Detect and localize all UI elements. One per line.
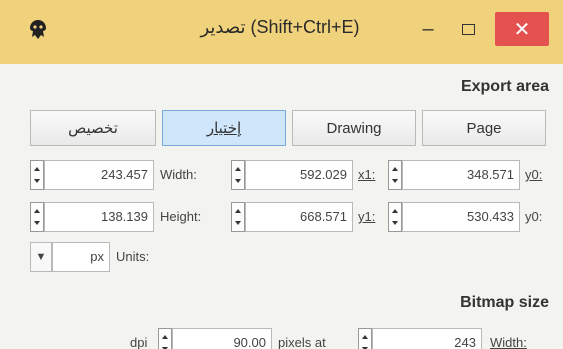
maximize-button[interactable]	[448, 12, 488, 46]
y1-spinner[interactable]	[388, 202, 402, 232]
x0-spinner[interactable]	[30, 160, 44, 190]
units-label: Units:	[116, 249, 150, 264]
width-label: Width:	[160, 167, 197, 182]
y1-label: y1:	[358, 209, 376, 224]
x1-spinner[interactable]	[388, 160, 402, 190]
inkscape-app-icon	[30, 20, 46, 39]
y0-field[interactable]: 138.139	[44, 202, 154, 232]
bitmap-size-heading: Bitmap size	[460, 294, 549, 311]
maximize-icon	[461, 23, 475, 35]
dpi-label: dpi	[130, 335, 148, 349]
selection-area-label: إختيار	[206, 120, 242, 137]
minimize-button[interactable]: –	[408, 12, 448, 46]
export-dialog: تصدير (Shift+Ctrl+E) – ✕ Export area تخص…	[0, 0, 563, 349]
height-spinner[interactable]	[231, 202, 245, 232]
selection-area-button[interactable]: إختيار	[162, 110, 286, 146]
height-field[interactable]: 668.571	[245, 202, 353, 232]
page-area-label: Page	[466, 119, 502, 137]
chevron-down-icon: ▼	[35, 251, 47, 263]
drawing-area-button[interactable]: Drawing	[292, 110, 416, 146]
bitmap-width-label: Width:	[490, 335, 527, 349]
y1-field[interactable]: 530.433	[402, 202, 520, 232]
minimize-icon: –	[422, 17, 434, 40]
x1-label: x1:	[358, 167, 376, 182]
units-dropdown-button[interactable]: ▼	[30, 242, 52, 272]
close-icon: ✕	[513, 18, 531, 41]
window-title: تصدير (Shift+Ctrl+E)	[200, 17, 360, 37]
export-area-heading: Export area	[460, 78, 549, 95]
pixels-at-label: pixels at	[278, 335, 326, 349]
height-label: Height:	[160, 209, 202, 224]
y0-spinner[interactable]	[30, 202, 44, 232]
x1-field[interactable]: 348.571	[402, 160, 520, 190]
row1-y0-label: y0:	[525, 167, 543, 182]
row2-y0-label: y0:	[525, 209, 543, 224]
custom-area-button[interactable]: تخصيص	[30, 110, 156, 146]
drawing-area-label: Drawing	[326, 119, 382, 137]
close-button[interactable]: ✕	[495, 12, 549, 46]
title-bar[interactable]: تصدير (Shift+Ctrl+E) – ✕	[0, 0, 563, 64]
width-field[interactable]: 592.029	[245, 160, 353, 190]
page-area-button[interactable]: Page	[422, 110, 546, 146]
width-spinner[interactable]	[231, 160, 245, 190]
bitmap-width-field[interactable]: 243	[372, 328, 482, 349]
dpi-spinner[interactable]	[158, 328, 172, 349]
units-select[interactable]: px	[52, 242, 110, 272]
x0-field[interactable]: 243.457	[44, 160, 154, 190]
dpi-field[interactable]: 90.00	[172, 328, 272, 349]
bitmap-width-spinner[interactable]	[358, 328, 372, 349]
